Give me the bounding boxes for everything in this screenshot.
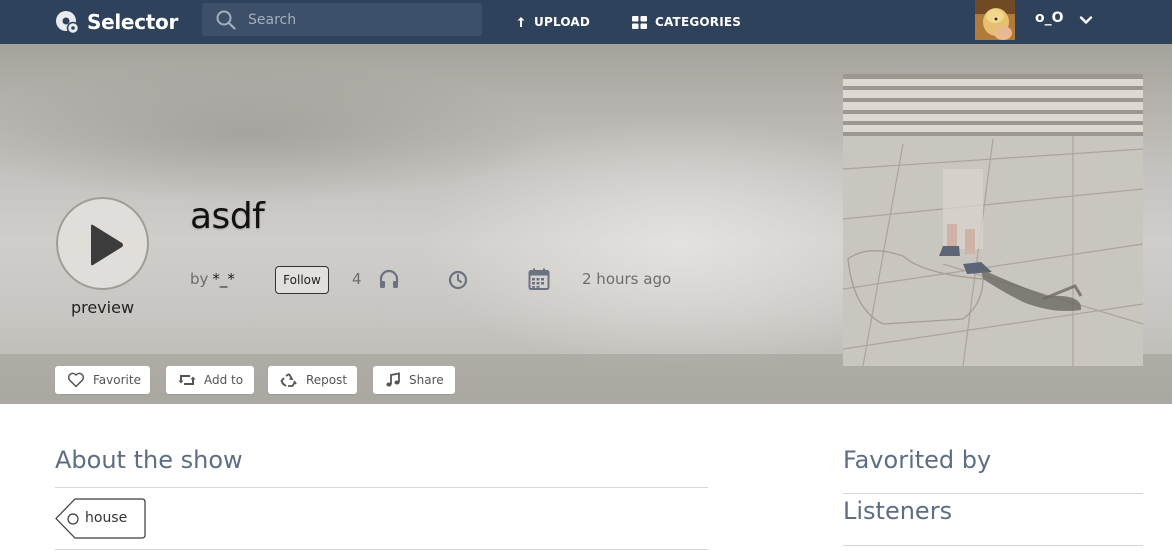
search-input[interactable] <box>248 3 468 36</box>
about-section-title: About the show <box>55 446 243 474</box>
by-label: by <box>190 270 209 288</box>
track-author: by *_* <box>190 267 235 291</box>
cover-image <box>843 74 1143 366</box>
recycle-icon <box>280 372 298 388</box>
calendar-icon <box>528 268 550 290</box>
favorite-button[interactable]: Favorite <box>55 366 150 394</box>
headphones-icon <box>379 269 399 288</box>
top-navigation-bar: Selector UPLOAD CATEGORIES <box>0 0 1172 44</box>
grid-icon <box>632 15 647 29</box>
logo-icon <box>55 9 81 35</box>
repost-button[interactable]: Repost <box>268 366 357 394</box>
upload-label: UPLOAD <box>534 15 591 29</box>
add-to-label: Add to <box>204 373 244 387</box>
search-box <box>202 3 482 36</box>
chevron-down-icon[interactable] <box>1079 13 1093 27</box>
username[interactable]: o_O <box>1035 10 1064 26</box>
upload-link[interactable]: UPLOAD <box>516 0 590 44</box>
share-label: Share <box>409 373 444 387</box>
favorited-divider <box>843 493 1143 494</box>
share-button[interactable]: Share <box>373 366 455 394</box>
preview-label: preview <box>70 298 135 317</box>
retweet-loop-icon <box>178 373 196 387</box>
heart-icon <box>67 372 85 388</box>
search-icon[interactable] <box>216 10 236 30</box>
clock-icon <box>448 270 468 290</box>
play-count: 4 <box>352 270 362 288</box>
categories-link[interactable]: CATEGORIES <box>632 0 741 44</box>
track-hero: preview asdf by *_* Follow 4 2 hours ago <box>0 44 1172 404</box>
posted-time: 2 hours ago <box>582 270 672 288</box>
favorite-label: Favorite <box>93 373 141 387</box>
tag-label: house <box>85 510 128 526</box>
play-button[interactable] <box>56 197 149 290</box>
follow-button[interactable]: Follow <box>275 266 329 294</box>
play-icon <box>91 224 123 266</box>
tag-house[interactable]: house <box>55 498 146 539</box>
repost-label: Repost <box>306 373 348 387</box>
music-note-icon <box>385 372 401 388</box>
author-link[interactable]: *_* <box>212 270 235 288</box>
app-name: Selector <box>87 10 179 34</box>
listeners-title: Listeners <box>843 497 953 525</box>
upload-arrow-icon <box>516 16 526 28</box>
track-title: asdf <box>190 196 265 237</box>
favorited-by-title: Favorited by <box>843 446 992 474</box>
about-divider <box>55 487 708 488</box>
add-to-button[interactable]: Add to <box>166 366 254 394</box>
app-logo[interactable]: Selector <box>55 7 178 37</box>
categories-label: CATEGORIES <box>655 15 742 29</box>
listeners-divider <box>843 545 1143 546</box>
tags-divider <box>55 549 708 550</box>
user-avatar[interactable] <box>975 0 1015 40</box>
